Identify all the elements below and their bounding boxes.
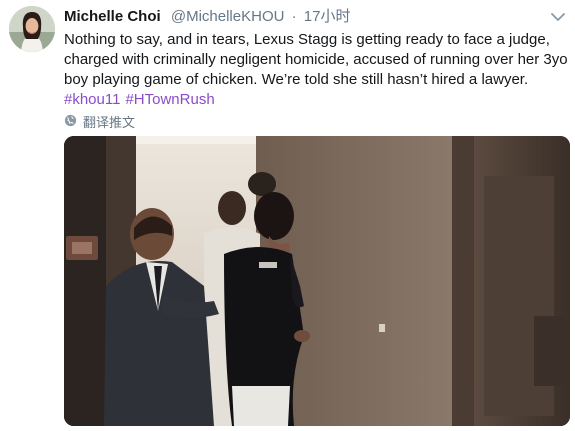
author-handle[interactable]: @MichelleKHOU — [171, 8, 285, 25]
translate-tweet[interactable]: 翻译推文 — [64, 112, 135, 131]
author-name[interactable]: Michelle Choi — [64, 8, 161, 25]
chevron-down-icon[interactable] — [549, 10, 567, 24]
tweet-time[interactable]: 17小时 — [304, 8, 351, 25]
hashtag-link[interactable]: #HTownRush — [125, 91, 214, 108]
tweet-body: Nothing to say, and in tears, Lexus Stag… — [64, 30, 569, 110]
avatar-image — [9, 6, 55, 52]
video-frame — [64, 136, 570, 426]
hashtag-row: #khou11 #HTownRush — [64, 90, 569, 110]
tweet-header: Michelle Choi @MichelleKHOU · 17小时 — [64, 8, 350, 26]
translate-label: 翻译推文 — [83, 115, 136, 130]
separator-dot: · — [291, 8, 297, 25]
avatar[interactable] — [9, 6, 55, 52]
tweet-text: Nothing to say, and in tears, Lexus Stag… — [64, 31, 568, 88]
hashtag-link[interactable]: #khou11 — [64, 91, 120, 108]
tweet-video[interactable] — [64, 136, 570, 426]
globe-icon — [64, 114, 83, 130]
